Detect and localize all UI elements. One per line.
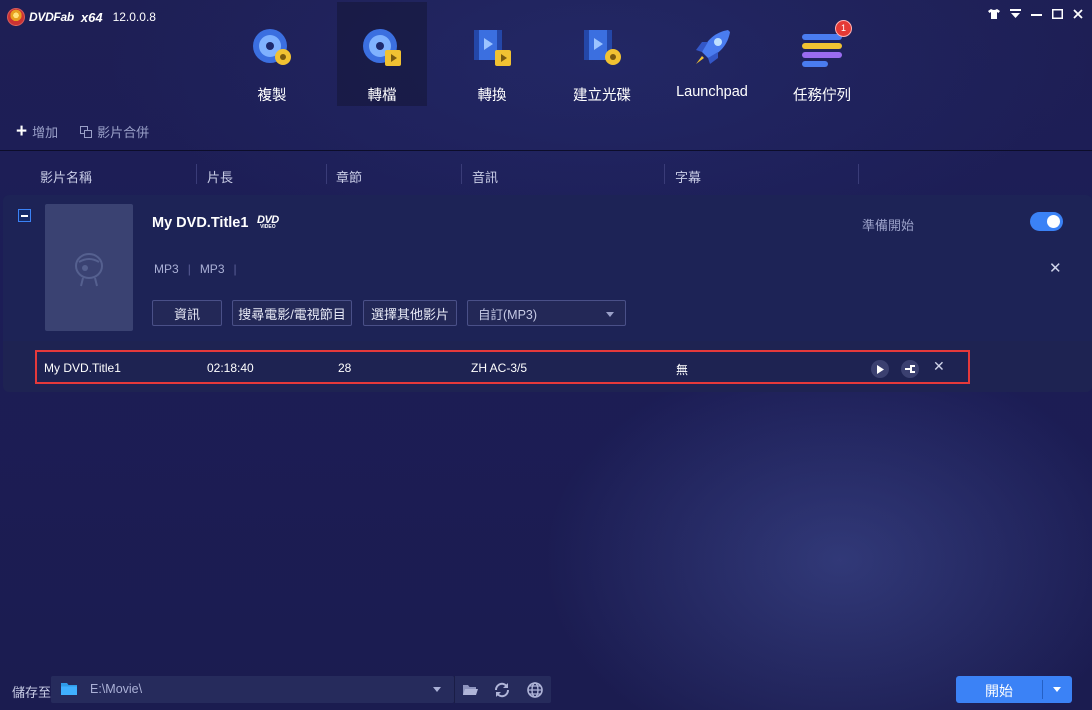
- close-icon[interactable]: [1072, 6, 1084, 22]
- output-path-select[interactable]: E:\Movie\: [51, 676, 454, 703]
- app-logo: DVDFab x64 12.0.0.8: [7, 8, 156, 26]
- arch-label: x64: [80, 9, 103, 25]
- merge-icon: [80, 125, 93, 138]
- queue-count-badge: 1: [835, 20, 852, 37]
- dvd-source-icon: DVD VIDEO: [257, 214, 279, 230]
- source-card: My DVD.Title1 DVD VIDEO 準備開始 MP3 | MP3 |…: [3, 195, 1092, 392]
- nav-copy[interactable]: 複製: [227, 2, 317, 106]
- chevron-down-icon: [606, 312, 614, 317]
- row-audio[interactable]: ZH AC-3/5: [471, 361, 527, 375]
- placeholder-thumbnail-icon: [75, 253, 103, 287]
- rocket-icon: [696, 30, 730, 64]
- audio-format-tag: MP3: [154, 262, 179, 276]
- enable-toggle[interactable]: [1030, 212, 1063, 231]
- nav-ripper[interactable]: 轉檔: [337, 2, 427, 106]
- start-separator: [1042, 680, 1043, 699]
- version-label: 12.0.0.8: [112, 10, 156, 24]
- merge-button[interactable]: 影片合併: [80, 122, 149, 141]
- col-audio[interactable]: 音訊: [472, 167, 498, 186]
- title-row[interactable]: My DVD.Title1 02:18:40 28 ZH AC-3/5 無 ✕: [35, 350, 970, 384]
- audio-format-tag: MP3: [199, 262, 225, 276]
- start-options-chevron-icon[interactable]: [1053, 687, 1061, 692]
- folder-icon: [61, 683, 77, 695]
- merge-label: 影片合併: [97, 125, 150, 140]
- chevron-down-icon: [433, 687, 441, 692]
- dvdfab-logo-icon: [7, 8, 25, 26]
- col-title[interactable]: 影片名稱: [40, 167, 92, 186]
- remove-source-icon[interactable]: ✕: [1049, 259, 1062, 277]
- title-bar: DVDFab x64 12.0.0.8: [0, 0, 1092, 34]
- col-subtitle[interactable]: 字幕: [675, 167, 701, 186]
- play-icon[interactable]: [871, 360, 889, 378]
- nav-label: 任務佇列: [793, 88, 851, 104]
- nav-label: 建立光碟: [573, 88, 631, 104]
- skin-icon[interactable]: [988, 6, 1000, 22]
- thumbnail: [45, 204, 133, 331]
- maximize-icon[interactable]: [1051, 6, 1063, 22]
- search-movie-button[interactable]: 搜尋電影/電視節目: [232, 300, 352, 326]
- row-title: My DVD.Title1: [44, 361, 121, 375]
- row-chapters[interactable]: 28: [338, 361, 351, 375]
- dvd-badge-subtext: VIDEO: [260, 224, 276, 230]
- edit-settings-icon[interactable]: [901, 360, 919, 378]
- tag-separator: |: [233, 262, 237, 276]
- nav-label: Launchpad: [676, 84, 748, 100]
- nav-creator[interactable]: 建立光碟: [557, 2, 647, 106]
- column-separator: [664, 164, 665, 184]
- menu-icon[interactable]: [1009, 6, 1021, 22]
- nav-converter[interactable]: 轉換: [447, 2, 537, 106]
- column-separator: [461, 164, 462, 184]
- globe-icon[interactable]: [526, 681, 544, 699]
- open-folder-icon[interactable]: [461, 681, 479, 699]
- row-duration: 02:18:40: [207, 361, 254, 375]
- remove-title-icon[interactable]: ✕: [933, 358, 945, 375]
- column-separator: [858, 164, 859, 184]
- row-subtitle[interactable]: 無: [676, 361, 688, 378]
- col-chapters[interactable]: 章節: [336, 167, 362, 186]
- start-button[interactable]: 開始: [956, 676, 1072, 703]
- nav-label: 轉換: [477, 88, 507, 104]
- minimize-icon[interactable]: [1030, 6, 1042, 22]
- profile-select[interactable]: 自訂(MP3): [467, 300, 626, 326]
- nav-task-queue[interactable]: 1 任務佇列: [777, 2, 867, 106]
- movie-title: My DVD.Title1: [152, 215, 249, 231]
- window-controls: [988, 6, 1084, 22]
- converter-icon: [474, 30, 511, 66]
- format-tags: MP3 | MP3 |: [154, 262, 246, 276]
- add-button[interactable]: + 增加: [16, 122, 58, 141]
- nav-label: 複製: [257, 88, 287, 104]
- nav-label: 轉檔: [367, 88, 397, 104]
- profile-select-value: 自訂(MP3): [478, 307, 538, 322]
- convert-disc-icon: [363, 29, 401, 66]
- start-label: 開始: [985, 683, 1013, 699]
- creator-icon: [584, 30, 621, 65]
- tag-separator: |: [187, 262, 191, 276]
- plus-icon: +: [16, 120, 28, 142]
- collapse-toggle[interactable]: [18, 209, 31, 222]
- save-to-label: 儲存至: [12, 685, 52, 700]
- status-text: 準備開始: [862, 218, 915, 233]
- card-header: My DVD.Title1 DVD VIDEO 準備開始 MP3 | MP3 |…: [3, 195, 1092, 341]
- column-header: 影片名稱 片長 章節 音訊 字幕: [0, 160, 1092, 188]
- refresh-icon[interactable]: [493, 681, 511, 699]
- col-duration[interactable]: 片長: [207, 167, 233, 186]
- add-label: 增加: [32, 125, 59, 140]
- nav-launchpad[interactable]: Launchpad: [667, 2, 757, 106]
- choose-other-title-button[interactable]: 選擇其他影片: [363, 300, 457, 326]
- logo-text: DVDFab: [29, 10, 74, 24]
- info-button[interactable]: 資訊: [152, 300, 222, 326]
- divider: [0, 150, 1092, 151]
- copy-disc-icon: [253, 29, 291, 65]
- path-actions: [454, 676, 551, 703]
- output-path-text: E:\Movie\: [90, 682, 143, 696]
- column-separator: [326, 164, 327, 184]
- toolbar: + 增加 影片合併: [16, 122, 149, 141]
- column-separator: [196, 164, 197, 184]
